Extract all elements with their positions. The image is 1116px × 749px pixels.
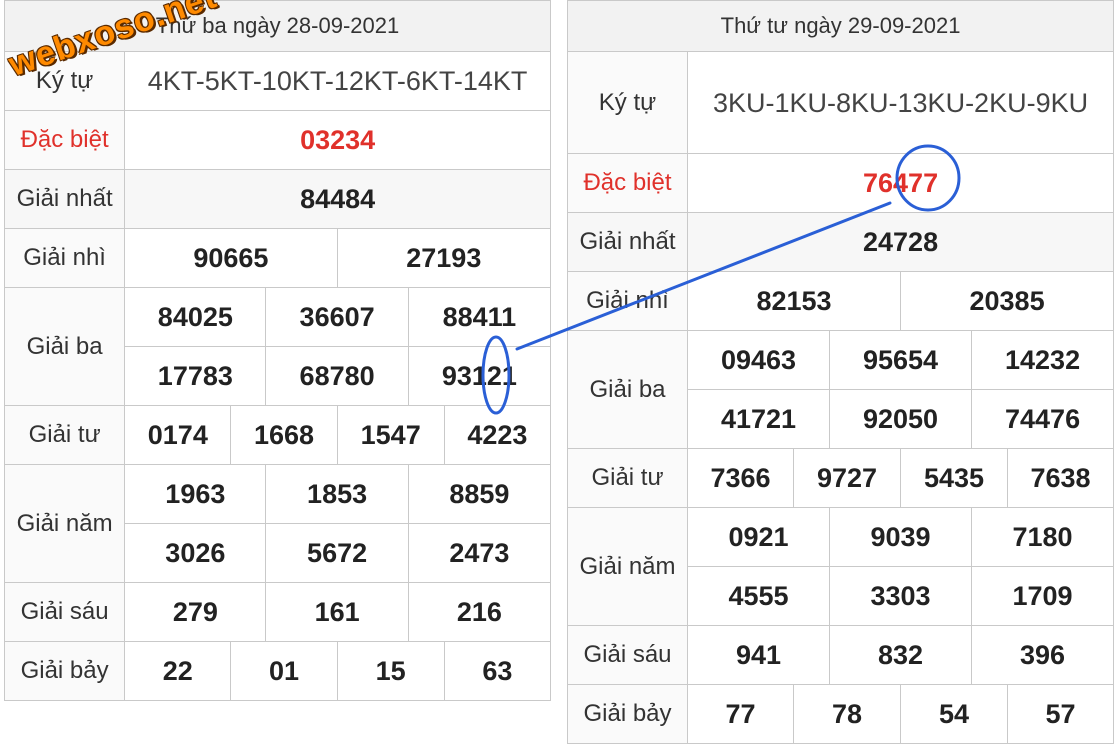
annotation-overlay [481, 144, 961, 415]
annotation-connector-line [515, 201, 892, 351]
annotation-circle-right [895, 144, 961, 212]
annotation-circle-left [481, 335, 511, 415]
